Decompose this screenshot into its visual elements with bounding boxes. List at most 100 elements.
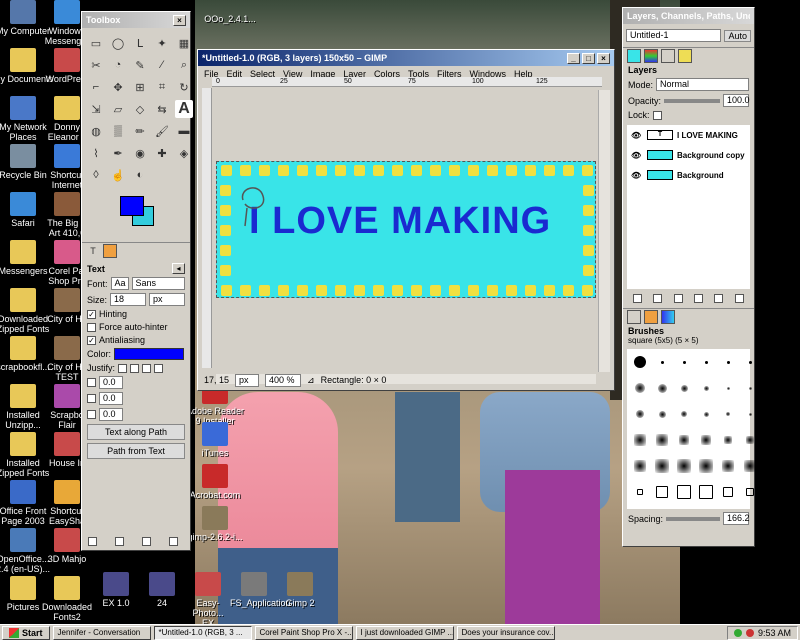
brush-swatch[interactable]	[675, 457, 693, 475]
layer-row[interactable]: 👁 Background	[627, 165, 750, 185]
layer-row[interactable]: 👁 T I LOVE MAKING	[627, 125, 750, 145]
desktop-icon[interactable]: 24	[138, 572, 186, 608]
size-field[interactable]: 18	[110, 293, 146, 306]
brush-swatch[interactable]	[719, 431, 737, 449]
pencil-icon[interactable]: ✏	[131, 122, 149, 140]
eye-icon[interactable]: 👁	[631, 151, 643, 160]
tray-icon[interactable]	[733, 628, 742, 637]
vertical-ruler[interactable]	[202, 88, 212, 368]
brush-swatch[interactable]	[741, 379, 759, 397]
letter-spacing-field[interactable]: 0.0	[99, 408, 123, 421]
align-icon[interactable]: ⊞	[131, 78, 149, 96]
minimize-button[interactable]: _	[567, 52, 580, 64]
paths-icon[interactable]: ✎	[131, 56, 149, 74]
brush-swatch[interactable]	[675, 353, 693, 371]
layers-tab-icon[interactable]	[627, 48, 641, 63]
vertical-scrollbar[interactable]	[598, 90, 610, 372]
brush-swatch[interactable]	[653, 353, 671, 371]
canvas-text[interactable]: I LOVE MAKING	[249, 200, 551, 243]
brush-swatch[interactable]	[719, 483, 737, 501]
zoom-select[interactable]: 400 %	[265, 373, 302, 387]
start-button[interactable]: Start	[2, 625, 50, 640]
layers-titlebar[interactable]: Layers, Channels, Paths, Undo - Br...	[623, 8, 754, 24]
taskbar-button[interactable]: Corel Paint Shop Pro X -...	[254, 625, 353, 640]
anchor-layer-icon[interactable]	[714, 294, 724, 303]
spacing-field[interactable]: 166.2	[723, 512, 750, 525]
dodge-burn-icon[interactable]: ◐	[131, 166, 149, 184]
rotate-icon[interactable]: ↻	[175, 78, 193, 96]
brush-swatch[interactable]	[697, 457, 715, 475]
eye-icon[interactable]: 👁	[631, 171, 643, 180]
fuzzy-select-icon[interactable]: ✦	[153, 34, 171, 52]
auto-button[interactable]: Auto	[724, 29, 751, 42]
measure-icon[interactable]: ⌐	[87, 78, 105, 96]
brush-swatch[interactable]	[653, 431, 671, 449]
justify-fill-icon[interactable]	[154, 363, 164, 373]
paintbrush-icon[interactable]: 🖌	[153, 122, 171, 140]
restore-options-icon[interactable]	[115, 537, 124, 546]
brush-swatch[interactable]	[631, 405, 649, 423]
horizontal-ruler[interactable]: 0 25 50 75 100 125	[212, 77, 602, 87]
lower-layer-icon[interactable]	[673, 294, 683, 303]
text-along-path-button[interactable]: Text along Path	[87, 424, 185, 440]
justify-left-icon[interactable]	[118, 363, 128, 373]
mode-select[interactable]: Normal	[656, 78, 749, 91]
crop-icon[interactable]: ⌗	[153, 78, 171, 96]
hinting-checkbox[interactable]: ✓	[87, 309, 96, 319]
palette-tab-icon[interactable]	[103, 243, 117, 258]
indent-field[interactable]: 0.0	[99, 376, 123, 389]
color-select-icon[interactable]: ▦	[175, 34, 193, 52]
brush-swatch[interactable]	[631, 457, 649, 475]
lock-checkbox[interactable]	[652, 110, 662, 120]
brush-swatch[interactable]	[741, 431, 759, 449]
duplicate-layer-icon[interactable]	[694, 294, 704, 303]
foreground-color[interactable]	[120, 196, 144, 216]
channels-tab-icon[interactable]	[644, 48, 658, 63]
scale-icon[interactable]: ⇲	[87, 100, 105, 118]
delete-options-icon[interactable]	[142, 537, 151, 546]
brush-swatch[interactable]	[675, 483, 693, 501]
taskbar-button[interactable]: *Untitled-1.0 (RGB, 3 ...	[153, 625, 252, 640]
close-button[interactable]: ×	[597, 52, 610, 64]
scissors-icon[interactable]: ✂	[87, 56, 105, 74]
brush-swatch[interactable]	[719, 457, 737, 475]
taskbar-button[interactable]: Does your insurance cov...	[456, 625, 555, 640]
smudge-icon[interactable]: ☝	[109, 166, 127, 184]
brush-swatch[interactable]	[697, 379, 715, 397]
canvas-image[interactable]: I LOVE MAKING	[216, 161, 596, 298]
path-handle-icon[interactable]	[237, 182, 277, 228]
image-select[interactable]: Untitled-1	[626, 29, 722, 42]
maximize-button[interactable]: □	[582, 52, 595, 64]
patterns-tab-icon[interactable]	[644, 309, 658, 324]
brush-swatch[interactable]	[653, 379, 671, 397]
brush-swatch[interactable]	[653, 457, 671, 475]
ellipse-select-icon[interactable]: ◯	[109, 34, 127, 52]
eraser-icon[interactable]: ▬	[175, 122, 193, 140]
delete-layer-icon[interactable]	[734, 294, 744, 303]
brush-swatch[interactable]	[653, 405, 671, 423]
clone-icon[interactable]: ◉	[131, 144, 149, 162]
font-field[interactable]: Sans	[131, 277, 185, 290]
gradients-tab-icon[interactable]	[661, 309, 675, 324]
heal-icon[interactable]: ✚	[153, 144, 171, 162]
rect-select-icon[interactable]: ▭	[87, 34, 105, 52]
zoom-icon[interactable]: ⌕	[175, 56, 193, 74]
brush-swatch[interactable]	[653, 483, 671, 501]
foreground-select-icon[interactable]: ◔	[109, 56, 127, 74]
antialiasing-checkbox[interactable]: ✓	[87, 335, 96, 345]
brushes-tab-icon[interactable]	[627, 309, 641, 324]
options-menu-button[interactable]: ◂	[172, 263, 185, 274]
justify-center-icon[interactable]	[142, 363, 152, 373]
image-titlebar[interactable]: *Untitled-1.0 (RGB, 3 layers) 150x50 – G…	[198, 50, 614, 66]
move-icon[interactable]: ✥	[109, 78, 127, 96]
brush-swatch[interactable]	[741, 405, 759, 423]
brush-swatch[interactable]	[697, 431, 715, 449]
reset-options-icon[interactable]	[169, 537, 178, 546]
toolbox-titlebar[interactable]: Toolbox ×	[82, 12, 190, 28]
opacity-field[interactable]: 100.0	[723, 94, 750, 107]
brush-swatch[interactable]	[741, 483, 759, 501]
unit-select[interactable]: px	[235, 373, 260, 387]
raise-layer-icon[interactable]	[653, 294, 663, 303]
undo-tab-icon[interactable]	[678, 48, 692, 63]
brush-swatch[interactable]	[719, 379, 737, 397]
